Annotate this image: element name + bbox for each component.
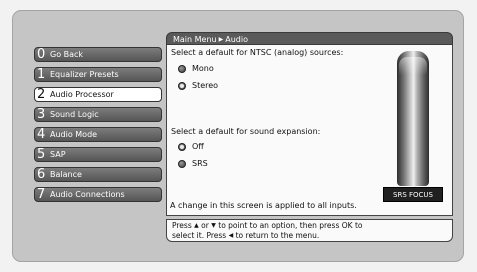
menu-item-sap[interactable]: 5 SAP xyxy=(34,147,162,162)
breadcrumb: Main Menu ▶ Audio xyxy=(166,32,453,45)
menu-item-label: Audio Connections xyxy=(50,190,125,199)
hint-or: or xyxy=(201,221,209,230)
down-arrow-icon: ▼ xyxy=(211,222,216,229)
hint-line-2: select it. Press ◀ to return to the menu… xyxy=(172,231,452,241)
hint-line-1: Press ▲ or ▼ to point to an option, then… xyxy=(172,221,452,231)
menu-item-label: Equalizer Presets xyxy=(50,70,119,79)
ntsc-prompt: Select a default for NTSC (analog) sourc… xyxy=(171,48,344,57)
menu-item-audio-connections[interactable]: 7 Audio Connections xyxy=(34,187,162,202)
off-radio[interactable] xyxy=(178,143,186,151)
menu-item-label: Audio Processor xyxy=(50,90,114,99)
breadcrumb-separator-icon: ▶ xyxy=(218,36,224,43)
mono-label[interactable]: Mono xyxy=(192,64,214,73)
menu-item-balance[interactable]: 6 Balance xyxy=(34,167,162,182)
menu-item-number: 6 xyxy=(37,167,46,182)
expansion-prompt: Select a default for sound expansion: xyxy=(171,127,321,136)
srs-focus-graphic xyxy=(397,51,429,186)
hint-press: Press xyxy=(172,221,192,230)
menu-item-audio-mode[interactable]: 4 Audio Mode xyxy=(34,127,162,142)
menu-item-number: 4 xyxy=(37,127,46,142)
footer-note: A change in this screen is applied to al… xyxy=(170,201,357,210)
menu-item-number: 1 xyxy=(37,67,46,82)
menu-item-number: 7 xyxy=(37,187,46,202)
menu-item-go-back[interactable]: 0 Go Back xyxy=(34,47,162,62)
menu-item-number: 0 xyxy=(37,47,46,62)
menu-item-label: Go Back xyxy=(50,50,84,59)
mono-radio[interactable] xyxy=(178,65,186,73)
srs-focus-logo: SRS FOCUS xyxy=(383,187,443,202)
breadcrumb-current: Audio xyxy=(225,35,248,44)
stereo-radio[interactable] xyxy=(178,82,186,90)
srs-radio[interactable] xyxy=(178,160,186,168)
instruction-hint: Press ▲ or ▼ to point to an option, then… xyxy=(166,219,453,242)
menu-item-audio-processor[interactable]: 2 Audio Processor xyxy=(34,87,162,102)
stereo-label[interactable]: Stereo xyxy=(192,81,218,90)
menu-item-label: SAP xyxy=(50,150,66,159)
menu-item-label: Balance xyxy=(50,170,82,179)
hint-line-1-rest: to point to an option, then press OK to xyxy=(218,221,363,230)
menu-item-number: 2 xyxy=(37,87,46,102)
off-label[interactable]: Off xyxy=(192,142,204,151)
menu-item-equalizer-presets[interactable]: 1 Equalizer Presets xyxy=(34,67,162,82)
up-arrow-icon: ▲ xyxy=(194,222,199,229)
hint-line-2-start: select it. Press xyxy=(172,231,227,240)
menu-item-number: 5 xyxy=(37,147,46,162)
menu-item-label: Sound Logic xyxy=(50,110,99,119)
menu-item-sound-logic[interactable]: 3 Sound Logic xyxy=(34,107,162,122)
srs-label[interactable]: SRS xyxy=(192,159,208,168)
menu-item-label: Audio Mode xyxy=(50,130,98,139)
breadcrumb-root: Main Menu xyxy=(173,35,217,44)
left-arrow-icon: ◀ xyxy=(228,232,234,239)
menu-item-number: 3 xyxy=(37,107,46,122)
hint-line-2-end: to return to the menu. xyxy=(235,231,320,240)
